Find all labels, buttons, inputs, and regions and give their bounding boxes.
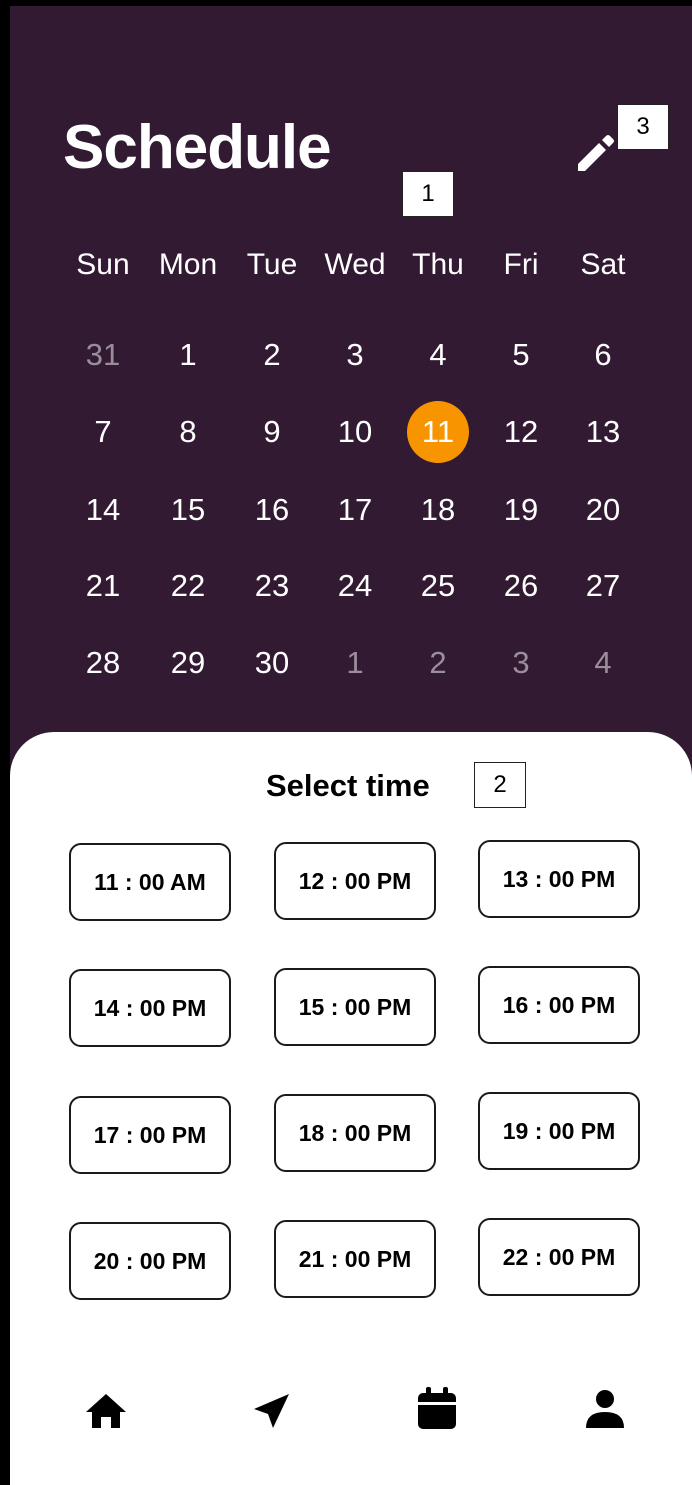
time-slot-button[interactable]: 11 : 00 AM (69, 843, 231, 921)
calendar-day[interactable]: 13 (568, 405, 638, 459)
calendar-day[interactable]: 30 (237, 636, 307, 690)
calendar-day[interactable]: 26 (486, 559, 556, 613)
time-slot-button[interactable]: 15 : 00 PM (274, 968, 436, 1046)
calendar-day-selected[interactable]: 11 (403, 401, 473, 463)
time-slot-button[interactable]: 17 : 00 PM (69, 1096, 231, 1174)
calendar-day[interactable]: 3 (320, 328, 390, 382)
annotation-marker-1: 1 (402, 171, 454, 217)
time-slot-button[interactable]: 12 : 00 PM (274, 842, 436, 920)
time-slot-button[interactable]: 14 : 00 PM (69, 969, 231, 1047)
calendar-day[interactable]: 10 (320, 405, 390, 459)
weekday-wed: Wed (324, 248, 386, 281)
weekday-sat: Sat (580, 248, 626, 281)
calendar-day[interactable]: 8 (153, 405, 223, 459)
annotation-marker-3: 3 (617, 104, 669, 150)
send-icon-graphic (254, 1394, 289, 1428)
calendar-day[interactable]: 7 (68, 405, 138, 459)
calendar-day[interactable]: 2 (403, 636, 473, 690)
time-slot-button[interactable]: 21 : 00 PM (274, 1220, 436, 1298)
frame-left-border (0, 0, 10, 1485)
send-icon[interactable] (246, 1386, 296, 1436)
calendar-day[interactable]: 28 (68, 636, 138, 690)
annotation-marker-2: 2 (474, 762, 526, 808)
weekday-tue: Tue (246, 248, 298, 281)
weekday-sun: Sun (76, 248, 130, 281)
profile-icon-graphic (586, 1390, 624, 1428)
select-time-heading: Select time (266, 768, 430, 803)
calendar-day[interactable]: 12 (486, 405, 556, 459)
calendar-day[interactable]: 23 (237, 559, 307, 613)
calendar-day[interactable]: 22 (153, 559, 223, 613)
time-slot-button[interactable]: 19 : 00 PM (478, 1092, 640, 1170)
calendar-day[interactable]: 15 (153, 483, 223, 537)
calendar-day[interactable]: 1 (320, 636, 390, 690)
weekday-thu: Thu (412, 248, 464, 281)
time-slot-button[interactable]: 22 : 00 PM (478, 1218, 640, 1296)
calendar-day[interactable]: 29 (153, 636, 223, 690)
calendar-day[interactable]: 3 (486, 636, 556, 690)
calendar-day[interactable]: 5 (486, 328, 556, 382)
calendar-day[interactable]: 21 (68, 559, 138, 613)
time-slot-button[interactable]: 16 : 00 PM (478, 966, 640, 1044)
time-slot-button[interactable]: 13 : 00 PM (478, 840, 640, 918)
calendar-day[interactable]: 19 (486, 483, 556, 537)
calendar-day[interactable]: 14 (68, 483, 138, 537)
pencil-icon[interactable] (572, 128, 620, 176)
home-icon-graphic (86, 1394, 126, 1428)
calendar-day[interactable]: 6 (568, 328, 638, 382)
calendar-icon[interactable] (412, 1384, 462, 1434)
calendar-day[interactable]: 31 (68, 328, 138, 382)
calendar-day[interactable]: 17 (320, 483, 390, 537)
calendar-day[interactable]: 27 (568, 559, 638, 613)
calendar-day[interactable]: 2 (237, 328, 307, 382)
calendar-day[interactable]: 25 (403, 559, 473, 613)
calendar-day[interactable]: 20 (568, 483, 638, 537)
time-slot-button[interactable]: 18 : 00 PM (274, 1094, 436, 1172)
calendar-day[interactable]: 4 (568, 636, 638, 690)
calendar-day[interactable]: 9 (237, 405, 307, 459)
home-icon[interactable] (81, 1386, 131, 1436)
pencil-icon-graphic (578, 135, 614, 171)
weekday-fri: Fri (503, 248, 539, 281)
calendar-day[interactable]: 1 (153, 328, 223, 382)
calendar-icon-graphic (418, 1387, 456, 1429)
app-screen: Schedule 1 3 Sun Mon Tue Wed Thu Fri Sat… (0, 0, 692, 1485)
calendar-day[interactable]: 18 (403, 483, 473, 537)
calendar-day[interactable]: 16 (237, 483, 307, 537)
time-slot-button[interactable]: 20 : 00 PM (69, 1222, 231, 1300)
weekday-mon: Mon (158, 248, 218, 281)
calendar-day[interactable]: 4 (403, 328, 473, 382)
profile-icon[interactable] (580, 1384, 630, 1434)
calendar-day[interactable]: 24 (320, 559, 390, 613)
page-title: Schedule (63, 113, 332, 182)
